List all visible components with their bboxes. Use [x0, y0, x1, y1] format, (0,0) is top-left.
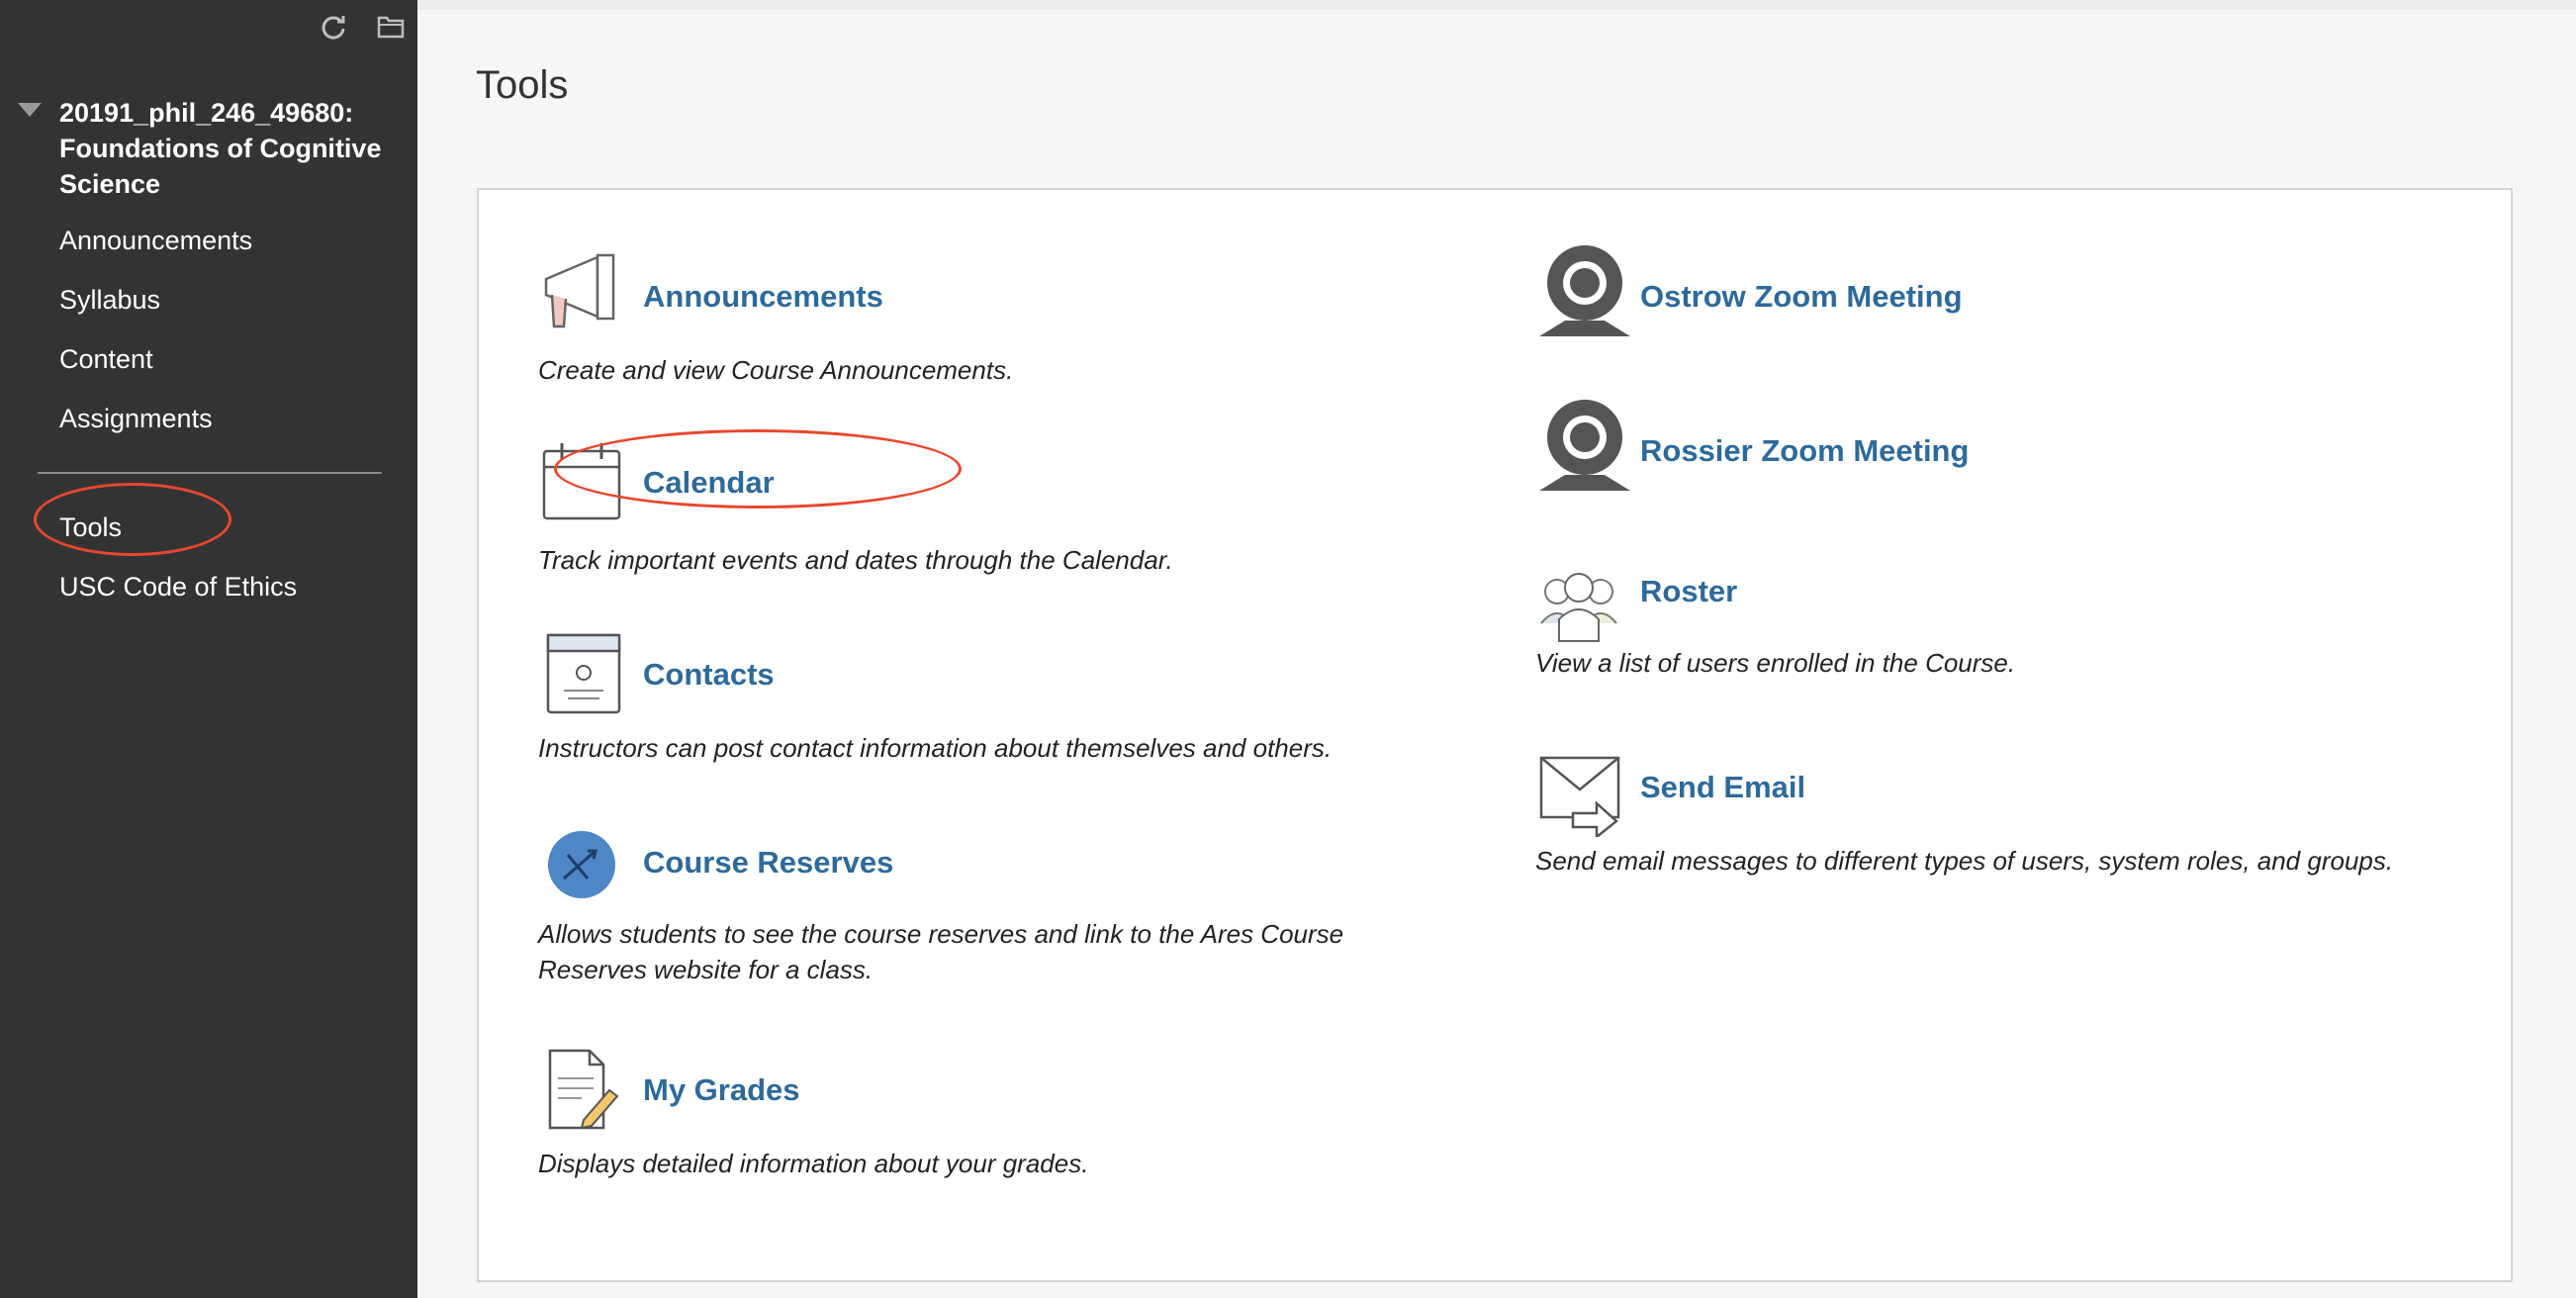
sidebar-item-announcements[interactable]: Announcements: [59, 226, 252, 256]
tool-link-calendar[interactable]: Calendar: [643, 465, 775, 501]
tool-send-email: Send Email Send email messages to differ…: [1535, 750, 2485, 888]
tool-desc-announcements: Create and view Course Announcements.: [538, 355, 1014, 385]
tool-link-course-reserves[interactable]: Course Reserves: [643, 845, 893, 881]
tool-link-roster[interactable]: Roster: [1640, 574, 1737, 609]
tool-ostrow-zoom-meeting: Ostrow Zoom Meeting: [1535, 241, 2485, 350]
sidebar-item-syllabus[interactable]: Syllabus: [59, 285, 160, 316]
envelope-send-icon: [1539, 756, 1620, 837]
contact-card-icon: [546, 633, 621, 714]
tool-calendar: Calendar Track important events and date…: [538, 437, 1448, 576]
tool-desc-my-grades: Displays detailed information about your…: [538, 1149, 1089, 1178]
tool-announcements: Announcements Create and view Course Ann…: [538, 247, 1448, 386]
tool-link-send-email[interactable]: Send Email: [1640, 770, 1805, 805]
grades-document-icon: [548, 1049, 619, 1130]
webcam-icon: [1539, 400, 1630, 491]
tool-link-rossier-zoom-meeting[interactable]: Rossier Zoom Meeting: [1640, 433, 1969, 469]
megaphone-icon: [544, 253, 615, 328]
tool-desc-calendar: Track important events and dates through…: [538, 545, 1173, 575]
folder-view-icon[interactable]: [376, 12, 406, 42]
sidebar-item-usc-code-of-ethics[interactable]: USC Code of Ethics: [59, 572, 297, 603]
tool-desc-contacts: Instructors can post contact information…: [538, 733, 1333, 763]
tool-desc-roster: View a list of users enrolled in the Cou…: [1535, 648, 2016, 678]
top-strip: [417, 0, 2576, 10]
tool-link-announcements[interactable]: Announcements: [643, 279, 883, 315]
calendar-icon: [542, 443, 621, 520]
tool-my-grades: My Grades Displays detailed information …: [538, 1047, 1448, 1185]
tool-link-my-grades[interactable]: My Grades: [643, 1072, 800, 1108]
tool-link-ostrow-zoom-meeting[interactable]: Ostrow Zoom Meeting: [1640, 279, 1963, 315]
main-content: Tools Announcements Create and view Cour…: [417, 0, 2576, 1298]
tool-course-reserves: Course Reserves Allows students to see t…: [538, 821, 1448, 999]
course-reserves-icon: [548, 831, 615, 898]
sidebar-divider: [38, 472, 382, 474]
sidebar-item-assignments[interactable]: Assignments: [59, 404, 213, 434]
course-menu-sidebar: 20191_phil_246_49680: Foundations of Cog…: [0, 0, 417, 1298]
webcam-icon: [1539, 245, 1630, 336]
users-group-icon: [1540, 573, 1617, 642]
page-title: Tools: [476, 63, 569, 107]
tool-rossier-zoom-meeting: Rossier Zoom Meeting: [1535, 396, 2485, 505]
collapse-caret-icon[interactable]: [18, 103, 42, 117]
tools-panel: Announcements Create and view Course Ann…: [477, 188, 2513, 1282]
tool-link-contacts[interactable]: Contacts: [643, 657, 775, 693]
tool-roster: Roster View a list of users enrolled in …: [1535, 562, 2485, 691]
tool-desc-course-reserves: Allows students to see the course reserv…: [538, 919, 1344, 984]
refresh-icon[interactable]: [319, 12, 348, 42]
tool-contacts: Contacts Instructors can post contact in…: [538, 629, 1448, 768]
sidebar-item-content[interactable]: Content: [59, 344, 153, 375]
tool-desc-send-email: Send email messages to different types o…: [1535, 846, 2394, 876]
sidebar-item-tools[interactable]: Tools: [59, 512, 122, 543]
course-title[interactable]: 20191_phil_246_49680: Foundations of Cog…: [59, 95, 396, 202]
